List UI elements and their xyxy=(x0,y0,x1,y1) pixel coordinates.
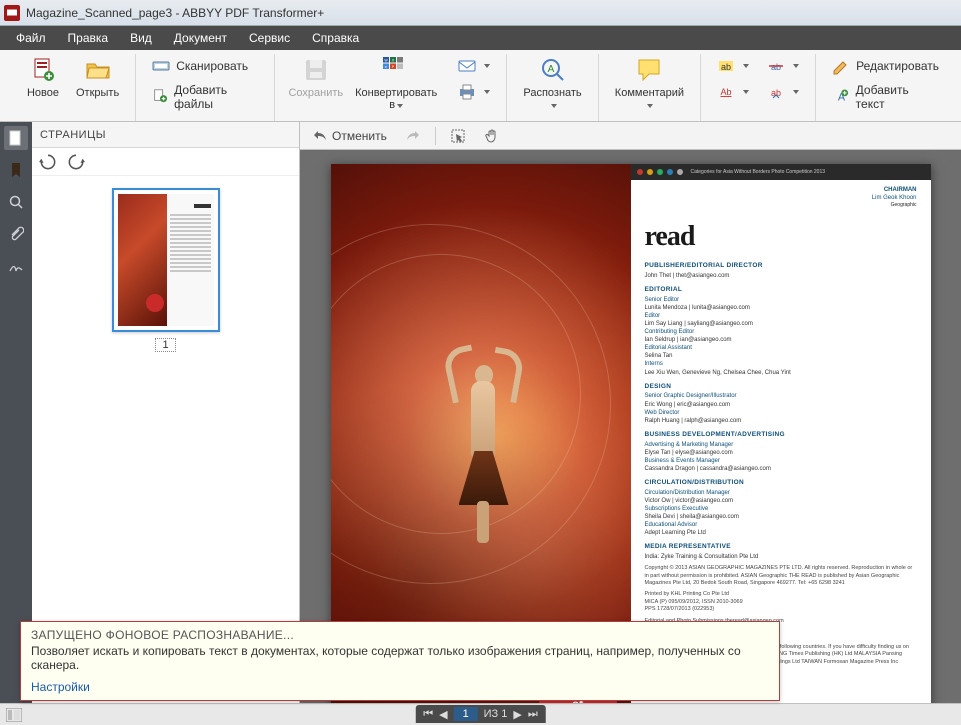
left-tool-strip xyxy=(0,122,32,703)
undo-label: Отменить xyxy=(332,129,387,143)
comment-label: Комментарий xyxy=(615,87,684,111)
undo-icon xyxy=(312,128,328,144)
convert-button[interactable]: WXeP Конвертировать в xyxy=(346,54,446,113)
new-label: Новое xyxy=(27,87,59,99)
bookmark-tab-icon[interactable] xyxy=(4,158,28,182)
open-label: Открыть xyxy=(76,87,119,99)
pencil-icon xyxy=(832,57,850,75)
page-of-label: ИЗ 1 xyxy=(484,708,508,720)
add-files-icon xyxy=(152,88,168,106)
thumbnail-page-number: 1 xyxy=(155,338,175,352)
highlight-icon: ab xyxy=(717,57,735,75)
menu-document[interactable]: Документ xyxy=(164,28,237,48)
layout-mode-icon[interactable] xyxy=(6,708,22,722)
comment-icon xyxy=(635,56,663,84)
search-tab-icon[interactable] xyxy=(4,190,28,214)
add-files-label: Добавить файлы xyxy=(174,83,258,111)
rotate-left-icon[interactable] xyxy=(38,152,58,172)
add-text-icon: A xyxy=(832,88,850,106)
svg-text:Ab: Ab xyxy=(721,87,732,97)
pages-panel: СТРАНИЦЫ xyxy=(32,122,300,703)
page-first-icon[interactable]: ⏮ xyxy=(423,708,433,721)
convert-icon: WXeP xyxy=(382,56,410,84)
undo-button[interactable]: Отменить xyxy=(308,126,391,146)
highlight-button[interactable]: ab xyxy=(711,54,755,78)
scan-label: Сканировать xyxy=(176,59,248,73)
magazine-logo: read xyxy=(645,218,917,256)
pages-panel-tools xyxy=(32,148,299,176)
page-navigator: ⏮ ◀ ИЗ 1 ▶ ⏭ xyxy=(415,705,545,723)
svg-text:ab: ab xyxy=(721,62,731,72)
background-recognition-notification: ЗАПУЩЕНО ФОНОВОЕ РАСПОЗНАВАНИЕ... Позвол… xyxy=(20,621,780,701)
page-next-icon[interactable]: ▶ xyxy=(513,708,521,721)
save-button: Сохранить xyxy=(285,54,346,101)
strikeout-icon: ab xyxy=(767,57,785,75)
underline-button[interactable]: Ab xyxy=(711,80,755,104)
svg-text:ab: ab xyxy=(771,88,781,98)
recognize-icon: A xyxy=(539,56,567,84)
add-text-button[interactable]: A Добавить текст xyxy=(826,80,945,114)
signature-tab-icon[interactable] xyxy=(4,254,28,278)
figure-dancer xyxy=(457,333,521,543)
page-number-input[interactable] xyxy=(454,707,478,721)
menu-help[interactable]: Справка xyxy=(302,28,369,48)
page-last-icon[interactable]: ⏭ xyxy=(528,708,538,721)
title-bar: Magazine_Scanned_page3 - ABBYY PDF Trans… xyxy=(0,0,961,26)
open-button[interactable]: Открыть xyxy=(70,54,125,101)
underline-icon: Ab xyxy=(717,83,735,101)
recognize-button[interactable]: A Распознать xyxy=(517,54,588,113)
notification-body: Позволяет искать и копировать текст в до… xyxy=(31,644,769,672)
svg-text:ab: ab xyxy=(771,62,781,72)
notification-settings-link[interactable]: Настройки xyxy=(31,680,769,694)
menu-service[interactable]: Сервис xyxy=(239,28,300,48)
redo-button[interactable] xyxy=(401,126,425,146)
page-thumbnail[interactable] xyxy=(112,188,220,332)
add-text-label: Добавить текст xyxy=(856,83,939,111)
menu-view[interactable]: Вид xyxy=(120,28,162,48)
pages-tab-icon[interactable] xyxy=(4,126,28,150)
menu-file[interactable]: Файл xyxy=(6,28,56,48)
edit-label: Редактировать xyxy=(856,59,939,73)
convert-label: Конвертировать в xyxy=(352,87,440,111)
insert-text-icon: ab xyxy=(767,83,785,101)
hand-tool-button[interactable] xyxy=(480,126,504,146)
scanner-icon xyxy=(152,57,170,75)
print-button[interactable] xyxy=(452,80,496,104)
new-button[interactable]: Новое xyxy=(16,54,70,101)
add-files-button[interactable]: Добавить файлы xyxy=(146,80,264,114)
scan-button[interactable]: Сканировать xyxy=(146,54,264,78)
edit-button[interactable]: Редактировать xyxy=(826,54,945,78)
open-folder-icon xyxy=(84,56,112,84)
save-label: Сохранить xyxy=(288,87,343,99)
attachment-tab-icon[interactable] xyxy=(4,222,28,246)
insert-text-button[interactable]: ab xyxy=(761,80,805,104)
save-icon xyxy=(302,56,330,84)
new-doc-icon xyxy=(29,56,57,84)
window-title: Magazine_Scanned_page3 - ABBYY PDF Trans… xyxy=(26,6,324,20)
rotate-right-icon[interactable] xyxy=(66,152,86,172)
svg-text:A: A xyxy=(547,64,554,75)
email-button[interactable] xyxy=(452,54,496,78)
menu-bar: Файл Правка Вид Документ Сервис Справка xyxy=(0,26,961,50)
notification-title: ЗАПУЩЕНО ФОНОВОЕ РАСПОЗНАВАНИЕ... xyxy=(31,628,769,642)
doc-toolbar: Отменить xyxy=(300,122,961,150)
email-icon xyxy=(458,57,476,75)
main-toolbar: Новое Открыть Сканировать Добавить файлы… xyxy=(0,50,961,122)
strikeout-button[interactable]: ab xyxy=(761,54,805,78)
page-prev-icon[interactable]: ◀ xyxy=(439,708,447,721)
app-icon xyxy=(4,5,20,21)
comment-button[interactable]: Комментарий xyxy=(609,54,690,113)
print-icon xyxy=(458,83,476,101)
menu-edit[interactable]: Правка xyxy=(58,28,119,48)
document-area: Отменить Categories for Asia Without Bor… xyxy=(300,122,961,703)
pages-panel-header: СТРАНИЦЫ xyxy=(32,122,299,148)
select-tool-button[interactable] xyxy=(446,126,470,146)
svg-text:e: e xyxy=(385,65,387,69)
recognize-label: Распознать xyxy=(523,87,582,111)
